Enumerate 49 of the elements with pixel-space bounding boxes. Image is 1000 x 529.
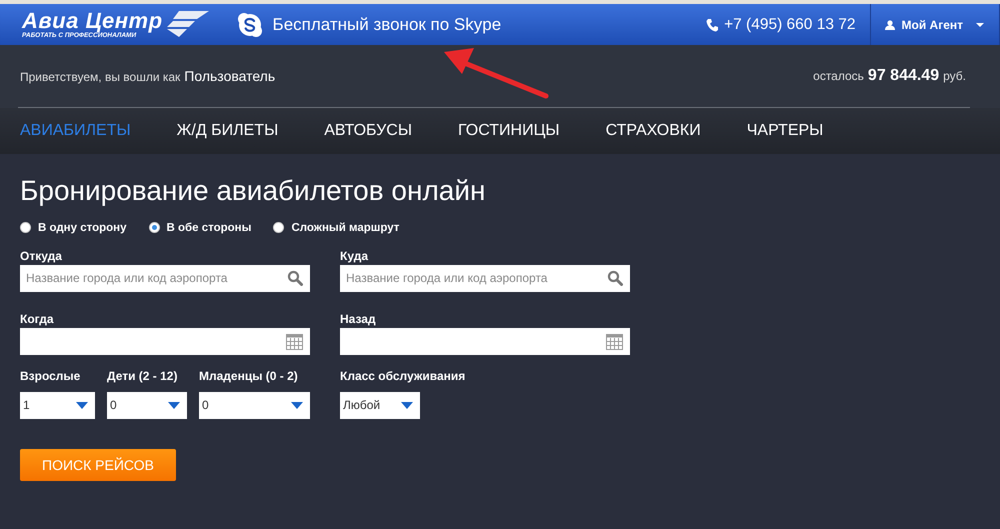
skype-call-link[interactable]: Бесплатный звонок по Skype xyxy=(272,14,502,34)
search-icon xyxy=(287,270,303,286)
dropdown[interactable]: 1 xyxy=(20,392,95,419)
wings-icon xyxy=(164,10,209,38)
caret-icon xyxy=(168,402,180,409)
calendar-icon xyxy=(286,332,303,350)
field-label: Взрослые xyxy=(20,368,82,383)
calendar-icon xyxy=(606,332,623,350)
logo-title: Авиа Центр xyxy=(22,10,163,32)
date-field[interactable] xyxy=(20,328,310,355)
input-field[interactable]: Название города или код аэропорта xyxy=(340,264,630,292)
currency-label: руб. xyxy=(943,69,966,83)
field-label: Когда xyxy=(20,312,55,328)
nav-tab[interactable]: Ж/Д БИЛЕТЫ xyxy=(176,122,278,140)
dropdown[interactable]: Любой xyxy=(340,392,420,419)
user-icon xyxy=(884,20,894,30)
search-icon xyxy=(607,270,623,286)
skype-icon xyxy=(236,12,263,38)
caret-icon xyxy=(291,402,303,409)
page-title: Бронирование авиабилетов онлайн xyxy=(20,174,486,208)
field-label: Младенцы (0 - 2) xyxy=(199,368,299,383)
nav-tab[interactable]: СТРАХОВКИ xyxy=(606,122,701,140)
input-field[interactable]: Название города или код аэропорта xyxy=(20,264,310,292)
nav-tab[interactable]: ГОСТИНИЦЫ xyxy=(458,122,560,140)
balance-amount: 97 844.49 xyxy=(868,67,940,84)
radio-button[interactable] xyxy=(148,222,160,234)
date-field[interactable] xyxy=(340,328,630,355)
radio-label[interactable]: В одну сторону xyxy=(38,222,127,234)
nav-tab[interactable]: АВИАБИЛЕТЫ xyxy=(20,122,131,140)
nav-tab[interactable]: ЧАРТЕРЫ xyxy=(746,122,824,140)
radio-button[interactable] xyxy=(20,222,31,234)
phone-number: +7 (495) 660 13 72 xyxy=(724,16,856,34)
phone-icon xyxy=(706,18,718,32)
radio-label[interactable]: Сложный маршрут xyxy=(291,222,400,234)
radio-button[interactable] xyxy=(273,222,284,234)
field-label: Куда xyxy=(340,248,370,265)
caret-icon xyxy=(76,402,88,409)
greeting-text: Приветствуем, вы вошли как xyxy=(20,70,180,84)
dropdown[interactable]: 0 xyxy=(107,392,187,419)
user-name: Пользователь xyxy=(184,68,276,84)
nav-tab[interactable]: АВТОБУСЫ xyxy=(324,122,412,140)
dropdown[interactable]: 0 xyxy=(199,392,310,419)
field-label: Назад xyxy=(340,312,377,328)
field-label: Класс обслуживания xyxy=(340,368,466,383)
field-label: Дети (2 - 12) xyxy=(107,368,178,383)
balance-label: осталось xyxy=(813,69,864,83)
field-label: Откуда xyxy=(20,248,63,265)
caret-icon xyxy=(401,402,413,409)
radio-label[interactable]: В обе стороны xyxy=(166,222,252,234)
